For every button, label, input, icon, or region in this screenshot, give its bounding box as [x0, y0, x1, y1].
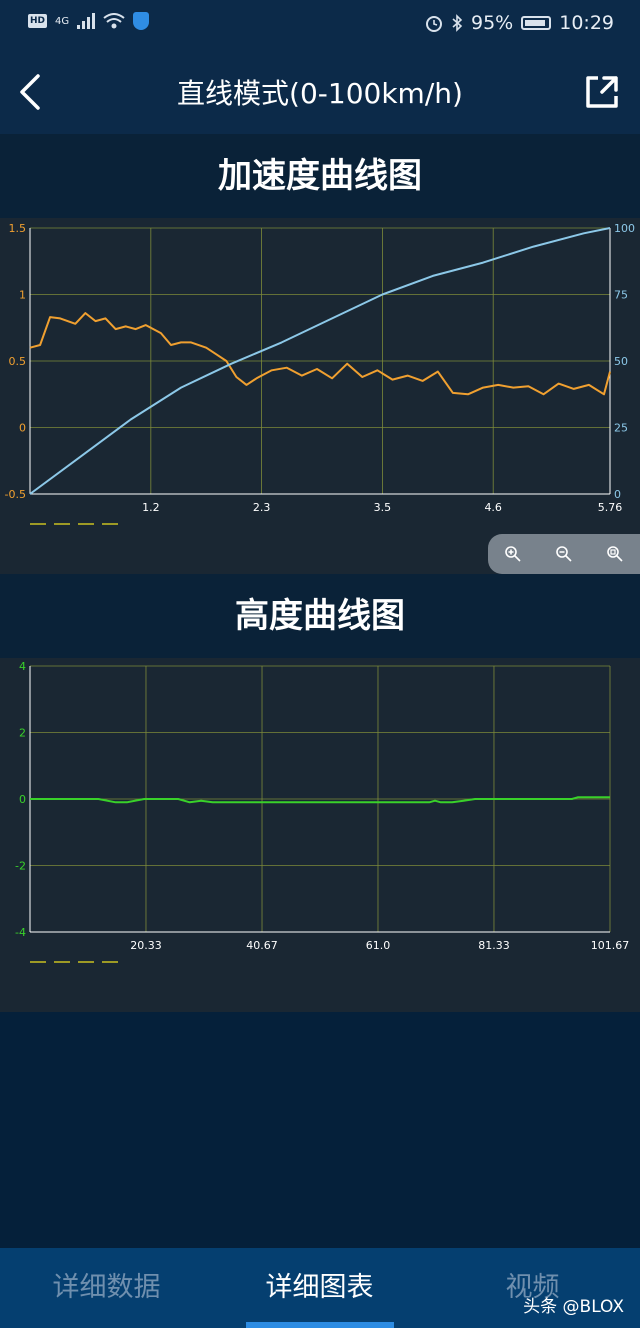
y-left-tick-label: 0	[19, 422, 26, 435]
y-right-tick-label: 50	[614, 355, 628, 368]
y-left-tick-label: 0.5	[9, 355, 27, 368]
x-tick-label: 4.6	[484, 501, 502, 514]
zoom-in-icon[interactable]	[500, 541, 526, 567]
wifi-icon	[103, 13, 125, 29]
y-right-tick-label: 75	[614, 289, 628, 302]
x-tick-label: 61.0	[366, 939, 391, 952]
battery-icon	[521, 16, 552, 30]
watermark: 头条 @BLOX	[523, 1297, 624, 1317]
zoom-out-icon[interactable]	[551, 541, 577, 567]
bluetooth-icon	[452, 14, 463, 32]
zoom-reset-icon[interactable]	[602, 541, 628, 567]
y-left-tick-label: 1.5	[9, 222, 27, 235]
active-tab-indicator	[246, 1322, 394, 1328]
accel-chart-title: 加速度曲线图	[0, 134, 640, 218]
clock: 10:29	[559, 12, 614, 34]
tab-detail-chart[interactable]: 详细图表	[213, 1248, 426, 1328]
y-left-tick-label: -0.5	[5, 488, 26, 501]
y-right-tick-label: 25	[614, 422, 628, 435]
x-tick-label: 1.2	[142, 501, 160, 514]
y-left-tick-label: 4	[19, 660, 26, 673]
x-tick-label: 3.5	[374, 501, 392, 514]
accel-chart[interactable]: 1.5 1 0.5 0 -0.5 100 75 50 25 0 1.2 2.3 3.5 4.6 5.76	[0, 218, 640, 574]
x-tick-label: 81.33	[478, 939, 510, 952]
y-left-tick-label: 1	[19, 289, 26, 302]
page-title: 直线模式(0-100km/h)	[177, 77, 463, 110]
top-nav-bar: 直线模式(0-100km/h)	[0, 50, 640, 134]
alarm-icon	[426, 16, 442, 32]
tab-detail-data[interactable]: 详细数据	[0, 1248, 213, 1328]
y-right-tick-label: 100	[614, 222, 635, 235]
accel-chart-panel: 1.5 1 0.5 0 -0.5 100 75 50 25 0 1.2 2.3 3.5 4.6 5.76	[0, 218, 640, 574]
height-chart[interactable]: 4 2 0 -2 -4 20.33 40.67 61.0 81.33 101.67	[0, 658, 640, 1012]
y-left-tick-label: 0	[19, 793, 26, 806]
y-right-tick-label: 0	[614, 488, 621, 501]
series-line-0	[30, 796, 610, 804]
share-export-icon[interactable]	[582, 72, 622, 112]
x-tick-label: 40.67	[246, 939, 278, 952]
battery-percent: 95%	[471, 12, 514, 34]
height-chart-title: 高度曲线图	[0, 574, 640, 658]
y-left-tick-label: 2	[19, 727, 26, 740]
series-line-0	[29, 312, 611, 396]
signal-icon	[77, 13, 96, 29]
x-tick-label: 5.76	[598, 501, 623, 514]
zoom-controls	[488, 534, 640, 574]
status-bar: HD 4G 95% 10:29	[0, 0, 640, 50]
y-left-tick-label: -4	[15, 926, 26, 939]
network-type: 4G	[55, 15, 70, 27]
x-tick-label: 20.33	[130, 939, 162, 952]
height-chart-panel: 4 2 0 -2 -4 20.33 40.67 61.0 81.33 101.67	[0, 658, 640, 1012]
x-tick-label: 101.67	[591, 939, 630, 952]
y-left-tick-label: -2	[15, 860, 26, 873]
hd-badge: HD	[28, 14, 48, 28]
security-shield-icon	[133, 12, 150, 30]
x-tick-label: 2.3	[253, 501, 271, 514]
